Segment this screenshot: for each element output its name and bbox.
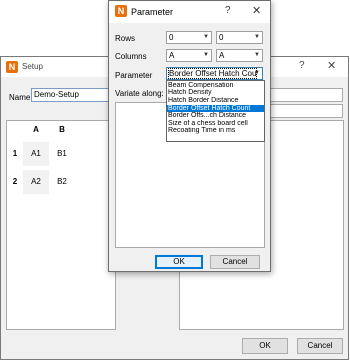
parameter-label: Parameter (115, 71, 153, 80)
grid-cell-b2[interactable]: B2 (49, 170, 75, 194)
rows-label: Rows (115, 34, 136, 43)
option-recoating-time[interactable]: Recoating Time in ms (167, 127, 264, 135)
chevron-down-icon: ▼ (254, 34, 260, 40)
option-chess-board-cell-size[interactable]: Size of a chess board cell (167, 120, 264, 128)
option-border-offset-hatch-count[interactable]: Border Offset Hatch Count (167, 104, 264, 113)
option-border-offset-hatch-distance[interactable]: Border Offs...ch Distance (167, 112, 264, 120)
rows-to-value: 0 (219, 33, 224, 42)
parameter-titlebar: N Parameter ? ✕ (109, 1, 270, 23)
row-header-1[interactable]: 1 (9, 141, 21, 167)
rows-from-select[interactable]: 0 ▼ (166, 31, 212, 44)
close-button[interactable]: ✕ (327, 59, 336, 72)
setup-title: Setup (22, 62, 43, 71)
app-logo-icon: N (115, 5, 127, 17)
setup-grid[interactable]: A B 1 A1 B1 2 A2 B2 (6, 120, 116, 330)
columns-to-select[interactable]: A ▼ (216, 49, 263, 62)
parameter-cancel-button[interactable]: Cancel (210, 255, 260, 269)
chevron-down-icon: ▼ (203, 34, 209, 40)
rows-from-value: 0 (169, 33, 174, 42)
chevron-down-icon: ▼ (254, 52, 260, 58)
help-button[interactable]: ? (225, 5, 231, 16)
close-button[interactable]: ✕ (252, 4, 261, 17)
parameter-ok-button[interactable]: OK (155, 255, 203, 269)
option-hatch-density[interactable]: Hatch Density (167, 89, 264, 97)
grid-corner (7, 121, 21, 137)
name-label: Name (9, 93, 31, 102)
setup-ok-button[interactable]: OK (242, 338, 288, 354)
right-field-2[interactable] (269, 104, 343, 118)
grid-cell-a1[interactable]: A1 (23, 142, 49, 166)
name-input[interactable]: Demo-Setup (31, 88, 111, 102)
option-beam-compensation[interactable]: Beam Compensation (167, 82, 264, 90)
chevron-down-icon: ▼ (203, 52, 209, 58)
parameter-select[interactable]: Border Offset Hatch Cou ▼ (166, 67, 263, 80)
chevron-down-icon: ▼ (254, 70, 260, 76)
row-header-2[interactable]: 2 (9, 169, 21, 195)
parameter-title: Parameter (131, 7, 174, 17)
grid-cell-a2[interactable]: A2 (23, 170, 49, 194)
rows-to-select[interactable]: 0 ▼ (216, 31, 263, 44)
column-header-b[interactable]: B (49, 123, 75, 137)
columns-from-value: A (169, 51, 175, 60)
column-header-a[interactable]: A (23, 123, 49, 137)
right-field-1[interactable] (269, 88, 343, 102)
columns-to-value: A (219, 51, 225, 60)
parameter-dropdown-list[interactable]: Beam Compensation Hatch Density Hatch Bo… (166, 80, 265, 142)
variate-label: Variate along: (115, 89, 164, 98)
columns-from-select[interactable]: A ▼ (166, 49, 212, 62)
app-logo-icon: N (6, 61, 18, 73)
parameter-dialog: N Parameter ? ✕ Rows 0 ▼ 0 ▼ Columns A ▼… (108, 0, 271, 272)
option-hatch-border-distance[interactable]: Hatch Border Distance (167, 97, 264, 105)
setup-cancel-button[interactable]: Cancel (297, 338, 343, 354)
parameter-value: Border Offset Hatch Cou (167, 68, 258, 79)
grid-cell-b1[interactable]: B1 (49, 142, 75, 166)
help-button[interactable]: ? (299, 60, 305, 71)
columns-label: Columns (115, 52, 147, 61)
